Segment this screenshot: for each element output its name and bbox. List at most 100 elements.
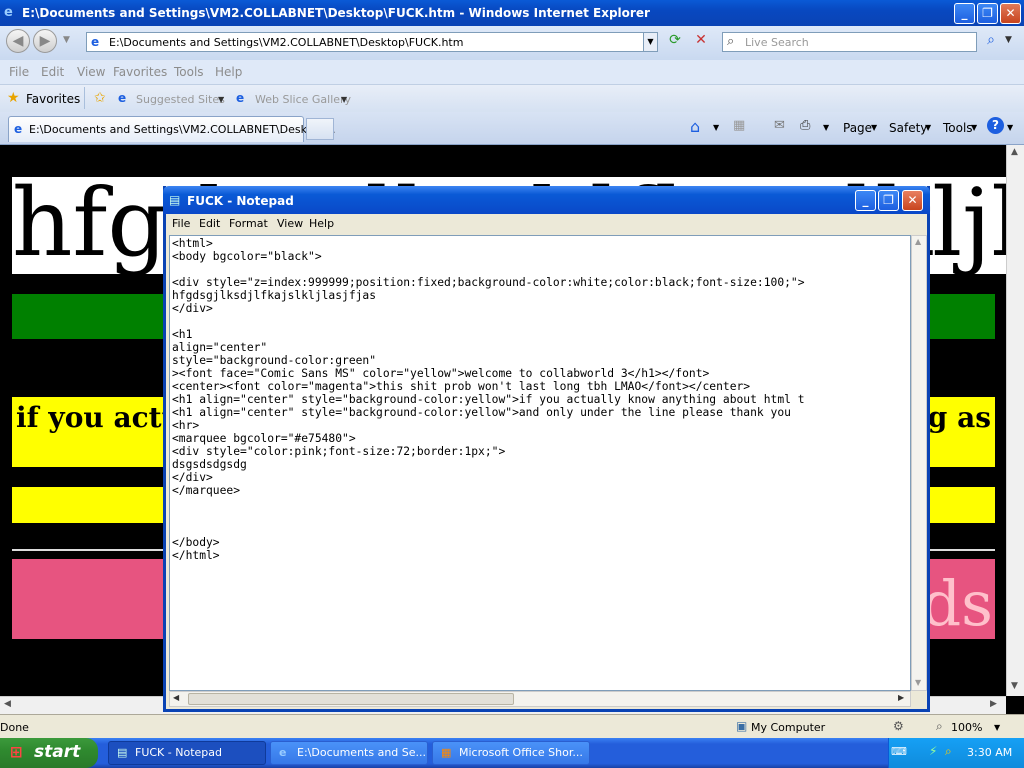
favorites-button[interactable]: Favorites (26, 92, 80, 106)
scroll-left-icon[interactable]: ◀ (4, 699, 11, 709)
network-icon[interactable]: ⚡ (929, 744, 937, 758)
np-menu-view[interactable]: View (277, 217, 303, 230)
ie-window-title: E:\Documents and Settings\VM2.COLLABNET\… (22, 6, 650, 20)
page-icon: e (91, 35, 100, 49)
notepad-menu-bar: File Edit Format View Help (166, 214, 927, 234)
security-zone: My Computer (751, 721, 826, 734)
status-text: Done (0, 721, 29, 734)
ie-task-icon: e (279, 746, 287, 759)
notepad-title-bar[interactable]: ▤ FUCK - Notepad _ ❐ ✕ (163, 186, 930, 214)
add-favorite-icon[interactable]: ✩ (94, 90, 106, 106)
taskbar-office[interactable]: ▦ Microsoft Office Shor... (432, 741, 590, 765)
windows-logo-icon: ⊞ (10, 743, 23, 761)
start-button[interactable]: ⊞ start (0, 738, 98, 768)
chevron-down-icon: ▼ (871, 123, 878, 132)
np-scroll-down-icon[interactable]: ▼ (915, 678, 921, 687)
taskbar-notepad[interactable]: ▤ FUCK - Notepad (108, 741, 266, 765)
minimize-button[interactable]: _ (954, 3, 975, 24)
notepad-vertical-scrollbar[interactable]: ▲ ▼ (911, 235, 927, 691)
search-input[interactable]: ⌕ Live Search (722, 32, 977, 52)
chevron-down-icon[interactable]: ▼ (823, 123, 829, 132)
notepad-close-button[interactable]: ✕ (902, 190, 923, 211)
notepad-icon: ▤ (169, 193, 181, 207)
stop-icon[interactable]: ✕ (690, 32, 712, 52)
notepad-window: ▤ FUCK - Notepad _ ❐ ✕ File Edit Format … (163, 186, 930, 712)
chevron-down-icon: ▼ (925, 123, 932, 132)
notepad-minimize-button[interactable]: _ (855, 190, 876, 211)
web-slice-icon: e (236, 91, 245, 105)
clock[interactable]: 3:30 AM (967, 746, 1012, 759)
page-menu[interactable]: Page (843, 121, 872, 135)
history-dropdown-icon[interactable]: ▼ (63, 35, 70, 45)
suggested-sites-link[interactable]: Suggested Sites (136, 93, 225, 106)
taskbar-ie[interactable]: e E:\Documents and Se... (270, 741, 428, 765)
tab-fuck-htm[interactable]: e E:\Documents and Settings\VM2.COLLABNE… (8, 116, 335, 142)
menu-file[interactable]: File (9, 65, 29, 79)
print-icon[interactable]: ⎙ (800, 118, 810, 133)
tab-bar: e E:\Documents and Settings\VM2.COLLABNE… (0, 112, 1024, 145)
zoom-icon[interactable]: ⌕ (936, 719, 943, 734)
feeds-icon[interactable]: ▦ (733, 118, 745, 133)
menu-edit[interactable]: Edit (41, 65, 64, 79)
search-placeholder: Live Search (745, 36, 809, 49)
favorites-star-icon: ★ (7, 90, 20, 106)
np-menu-format[interactable]: Format (229, 217, 268, 230)
forward-icon[interactable]: ▶ (33, 29, 57, 53)
chevron-down-icon[interactable]: ▼ (341, 95, 347, 104)
navigation-bar: ◀ ▶ ▼ e E:\Documents and Settings\VM2.CO… (0, 26, 1024, 61)
refresh-icon[interactable]: ⟳ (664, 32, 686, 52)
np-menu-edit[interactable]: Edit (199, 217, 220, 230)
notepad-text-area[interactable]: <html> <body bgcolor="black"> <div style… (169, 235, 911, 691)
page-vertical-scrollbar[interactable]: ▲ ▼ (1006, 145, 1024, 696)
back-icon[interactable]: ◀ (6, 29, 30, 53)
protected-mode-icon[interactable]: ⚙ (893, 719, 904, 733)
search-go-icon[interactable]: ⌕ (980, 32, 1002, 52)
safety-menu[interactable]: Safety (889, 121, 927, 135)
search-options-icon[interactable]: ▼ (1005, 35, 1012, 45)
taskbar-office-label: Microsoft Office Shor... (459, 746, 583, 759)
home-icon[interactable]: ⌂ (690, 117, 700, 136)
live-search-icon: ⌕ (727, 34, 735, 49)
scroll-down-icon[interactable]: ▼ (1011, 681, 1018, 691)
np-scroll-right-icon[interactable]: ▶ (898, 693, 904, 702)
np-scroll-thumb[interactable] (188, 693, 514, 705)
mail-icon[interactable]: ✉ (774, 118, 785, 133)
np-scroll-left-icon[interactable]: ◀ (173, 693, 179, 702)
menu-view[interactable]: View (77, 65, 105, 79)
address-field[interactable]: e E:\Documents and Settings\VM2.COLLABNE… (86, 32, 658, 52)
notepad-code: <html> <body bgcolor="black"> <div style… (172, 237, 805, 562)
np-menu-file[interactable]: File (172, 217, 190, 230)
start-label: start (34, 742, 81, 762)
np-menu-help[interactable]: Help (309, 217, 334, 230)
scroll-up-icon[interactable]: ▲ (1011, 147, 1018, 157)
ie-title-bar[interactable]: e E:\Documents and Settings\VM2.COLLABNE… (0, 0, 1024, 26)
favbar-divider (84, 87, 85, 109)
np-scroll-up-icon[interactable]: ▲ (915, 237, 921, 246)
menu-favorites[interactable]: Favorites (113, 65, 167, 79)
office-task-icon: ▦ (441, 746, 452, 759)
web-slice-gallery-link[interactable]: Web Slice Gallery (255, 93, 351, 106)
chevron-down-icon[interactable]: ▼ (994, 723, 1000, 732)
ie-menu-bar: File Edit View Favorites Tools Help (0, 60, 1024, 84)
new-tab-button[interactable] (306, 118, 334, 140)
chevron-down-icon: ▼ (971, 123, 978, 132)
yellow-heading-text-left: if you actu (16, 401, 182, 434)
notepad-maximize-button[interactable]: ❐ (878, 190, 899, 211)
tools-menu[interactable]: Tools (943, 121, 973, 135)
tab-label: E:\Documents and Settings\VM2.COLLABNET\… (29, 123, 336, 136)
help-icon[interactable]: ? (987, 117, 1004, 134)
close-button[interactable]: ✕ (1000, 3, 1021, 24)
address-dropdown-icon[interactable]: ▼ (643, 32, 658, 52)
notepad-horizontal-scrollbar[interactable]: ◀ ▶ (169, 691, 911, 707)
chevron-down-icon[interactable]: ▼ (218, 95, 224, 104)
zoom-level[interactable]: 100% (951, 721, 982, 734)
chevron-down-icon[interactable]: ▼ (713, 123, 719, 132)
menu-help[interactable]: Help (215, 65, 242, 79)
menu-tools[interactable]: Tools (174, 65, 204, 79)
maximize-button[interactable]: ❐ (977, 3, 998, 24)
scroll-right-icon[interactable]: ▶ (990, 699, 997, 709)
keyboard-icon[interactable]: ⌨ (891, 745, 907, 758)
search-tray-icon[interactable]: ⌕ (945, 744, 952, 759)
chevron-down-icon: ▼ (1007, 123, 1014, 132)
notepad-task-icon: ▤ (117, 746, 128, 759)
